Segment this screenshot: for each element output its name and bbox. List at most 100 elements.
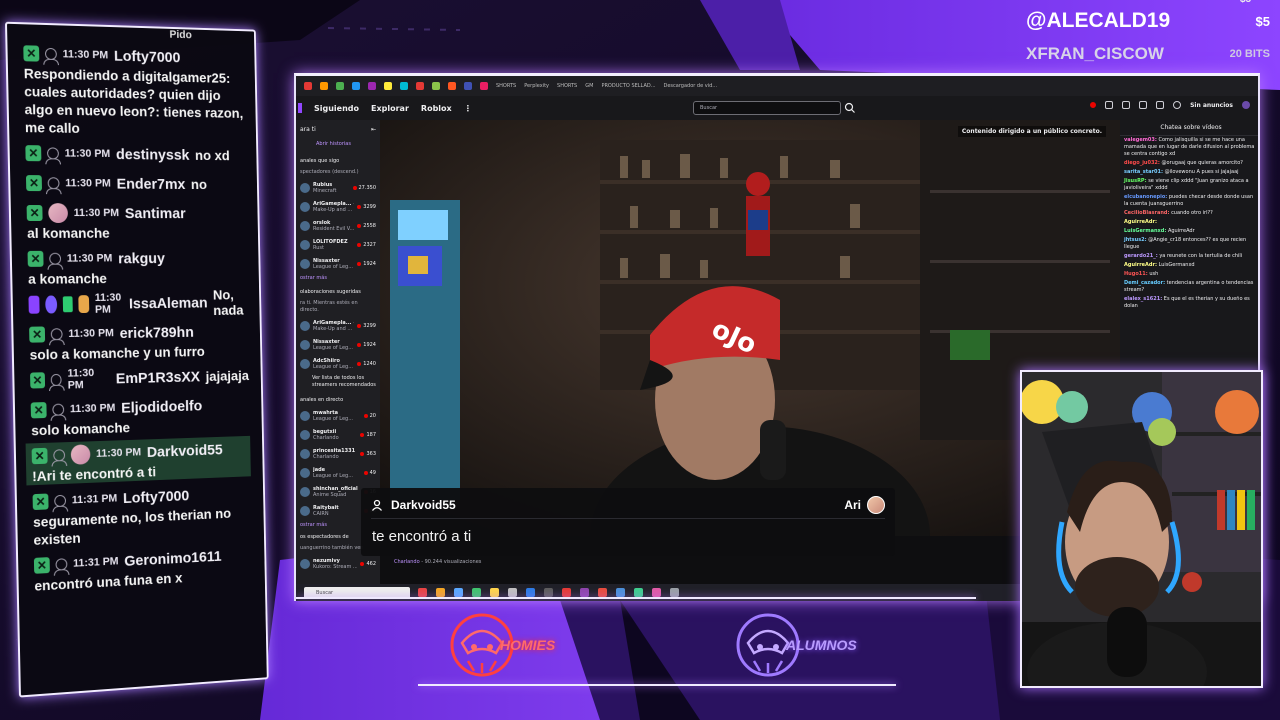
- message-username[interactable]: erick789hn: [119, 324, 193, 342]
- chat-message[interactable]: ✕ 11:30 PM Darkvoid55 !Ari te encontró a ti: [25, 435, 251, 486]
- whisper-icon[interactable]: [1122, 101, 1131, 109]
- twitch-chat-line[interactable]: elcubanonepio: puedes checar desde donde…: [1120, 193, 1258, 209]
- content-warning[interactable]: Contenido dirigido a un público concreto…: [957, 126, 1106, 137]
- sidebar-channel[interactable]: nezumivy Kukoro: Stream ... 462: [296, 554, 380, 573]
- chat-username[interactable]: CecilioBlasrand:: [1124, 210, 1169, 216]
- inbox-icon[interactable]: [1105, 101, 1114, 109]
- sidebar-channel[interactable]: AdcShiiro League of Leg... 1240: [296, 354, 380, 373]
- chat-username[interactable]: gerardo21_:: [1124, 253, 1158, 259]
- app-icon[interactable]: [616, 588, 625, 597]
- sidebar-channel[interactable]: princesita1331 Charlando 363: [296, 444, 380, 463]
- twitch-chat-line[interactable]: sarita_star01: @ilovewonu A pues si jaja…: [1120, 168, 1258, 177]
- open-stories-link[interactable]: Abrir historias: [296, 139, 380, 150]
- message-username[interactable]: Santimar: [125, 205, 186, 222]
- chat-username[interactable]: AguirreAdr:: [1124, 219, 1157, 225]
- search-input[interactable]: Buscar: [693, 101, 841, 115]
- app-icon[interactable]: [580, 588, 589, 597]
- message-username[interactable]: destinyssk: [116, 146, 190, 163]
- chat-username[interactable]: Hugo11:: [1124, 271, 1148, 277]
- app-icon[interactable]: [472, 588, 481, 597]
- show-more-link[interactable]: ostrar más: [296, 273, 380, 283]
- folder-icon[interactable]: [490, 588, 499, 597]
- chat-username[interactable]: LuisGermanxd:: [1124, 228, 1166, 234]
- twitch-chat-line[interactable]: Hugo11: ush: [1120, 270, 1258, 279]
- tab-label[interactable]: SHORTS: [557, 83, 577, 89]
- nav-explore[interactable]: Explorar: [371, 104, 409, 113]
- message-username[interactable]: IssaAleman: [129, 294, 208, 312]
- tab-icon[interactable]: [336, 82, 344, 90]
- message-username[interactable]: Geronimo1611: [124, 548, 222, 570]
- twitch-chat-line[interactable]: CecilioBlasrand: cuando otro irl??: [1120, 209, 1258, 218]
- chat-message[interactable]: ✕ 11:31 PM Geronimo1611 encontró una funa e…: [33, 542, 253, 595]
- twitch-chat-line[interactable]: LuisGermanxd: AguirreAdr: [1120, 227, 1258, 236]
- app-icon[interactable]: [634, 588, 643, 597]
- chat-message[interactable]: ✕ 11:30 PM destinyssk no xd: [25, 140, 245, 168]
- search-icon[interactable]: [843, 101, 857, 115]
- tab-icon[interactable]: [400, 82, 408, 90]
- bits-icon[interactable]: [1156, 101, 1165, 109]
- chat-username[interactable]: Demi_cazador:: [1124, 280, 1165, 286]
- app-icon[interactable]: [544, 588, 553, 597]
- app-icon[interactable]: [598, 588, 607, 597]
- tab-icon[interactable]: [384, 82, 392, 90]
- tab-icon[interactable]: [416, 82, 424, 90]
- app-icon[interactable]: [436, 588, 445, 597]
- app-icon[interactable]: [508, 588, 517, 597]
- sidebar-channel[interactable]: LOLITOFDEZ Rust 2327: [296, 235, 380, 254]
- nav-more-icon[interactable]: ⋮: [464, 104, 472, 113]
- app-icon[interactable]: [670, 588, 679, 597]
- tab-icon[interactable]: [480, 82, 488, 90]
- tab-icon[interactable]: [448, 82, 456, 90]
- message-username[interactable]: Ender7mx: [116, 175, 185, 192]
- twitch-chat-line[interactable]: jhtsus2: @Angie_cr18 entonces?? es que r…: [1120, 236, 1258, 252]
- chat-message[interactable]: ✕ 11:30 PM Lofty7000 Respondiendo a digital…: [23, 40, 244, 139]
- nav-roblox[interactable]: Roblox: [421, 104, 452, 113]
- video-player[interactable]: oJo Contenido dirigido a un público conc…: [380, 120, 1120, 536]
- twitch-chat-line[interactable]: elalex_s1621: Es que el es therian y su …: [1120, 295, 1258, 311]
- nav-following[interactable]: Siguiendo: [314, 104, 359, 113]
- message-username[interactable]: Eljodidoelfo: [121, 397, 202, 416]
- tab-label[interactable]: Perplexity: [524, 83, 549, 89]
- sidebar-channel[interactable]: mwahrta League of Leg... 20: [296, 406, 380, 425]
- app-icon[interactable]: [418, 588, 427, 597]
- chat-username[interactable]: AguirreAdr:: [1124, 262, 1157, 268]
- sidebar-channel[interactable]: orslok Resident Evil V... 2558: [296, 216, 380, 235]
- twitch-chat-lines[interactable]: valegem03: Como jalisquilla si se me hac…: [1120, 136, 1258, 311]
- chat-username[interactable]: sarita_star01:: [1124, 169, 1163, 175]
- chat-username[interactable]: jhtsus2:: [1124, 237, 1147, 243]
- twitch-chat-line[interactable]: AguirreAdr: LuisGermanxd: [1120, 261, 1258, 270]
- message-username[interactable]: EmP1R3sXX: [116, 368, 201, 387]
- chat-message[interactable]: ✕ 11:30 PM rakguy a komanche: [27, 245, 247, 288]
- twitch-chat-line[interactable]: AguirreAdr:: [1120, 218, 1258, 227]
- chat-username[interactable]: elalex_s1621:: [1124, 296, 1162, 302]
- chat-message[interactable]: ✕ 11:30 PM Ender7mx no: [25, 170, 245, 197]
- chat-message-list[interactable]: ✕ 11:30 PM Lofty7000 Respondiendo a digital…: [23, 40, 253, 598]
- tab-icon[interactable]: [320, 82, 328, 90]
- chat-username[interactable]: diego_ju032:: [1124, 160, 1160, 166]
- message-username[interactable]: rakguy: [118, 250, 165, 267]
- see-all-streamers-link[interactable]: Ver lista de todos los streamers recomen…: [296, 373, 380, 391]
- tab-icon[interactable]: [368, 82, 376, 90]
- sidebar-channel[interactable]: Rubius Minecraft 27.350: [296, 178, 380, 197]
- chat-username[interactable]: elcubanonepio:: [1124, 194, 1167, 200]
- message-username[interactable]: Lofty7000: [114, 47, 181, 65]
- tab-icon[interactable]: [464, 82, 472, 90]
- tab-icon[interactable]: [352, 82, 360, 90]
- tab-label[interactable]: PRODUCTO SELLAD...: [601, 83, 655, 89]
- app-icon[interactable]: [454, 588, 463, 597]
- twitch-chat-line[interactable]: JisusRP: se viene clip xddd "Juan graniz…: [1120, 177, 1258, 193]
- message-username[interactable]: Darkvoid55: [147, 441, 223, 460]
- chat-username[interactable]: valegem03:: [1124, 137, 1157, 143]
- prime-icon[interactable]: [1173, 101, 1182, 109]
- message-username[interactable]: Lofty7000: [123, 487, 190, 506]
- tab-label[interactable]: SHORTS: [496, 83, 516, 89]
- twitch-chat-line[interactable]: diego_ju032: @orugaaj que quieras amorci…: [1120, 159, 1258, 168]
- video-category[interactable]: Charlando: [394, 559, 420, 565]
- notification-icon[interactable]: [1090, 102, 1097, 108]
- chat-message[interactable]: ✕ 11:31 PM Lofty7000 seguramente no, los th…: [32, 480, 252, 549]
- app-icon[interactable]: [526, 588, 535, 597]
- chat-message[interactable]: ✕ 11:30 PM erick789hn solo a komanche y un …: [29, 318, 249, 363]
- avatar[interactable]: [1242, 101, 1250, 109]
- sidebar-channel[interactable]: Nissaxter League of Leg... 1924: [296, 335, 380, 354]
- app-icon[interactable]: [562, 588, 571, 597]
